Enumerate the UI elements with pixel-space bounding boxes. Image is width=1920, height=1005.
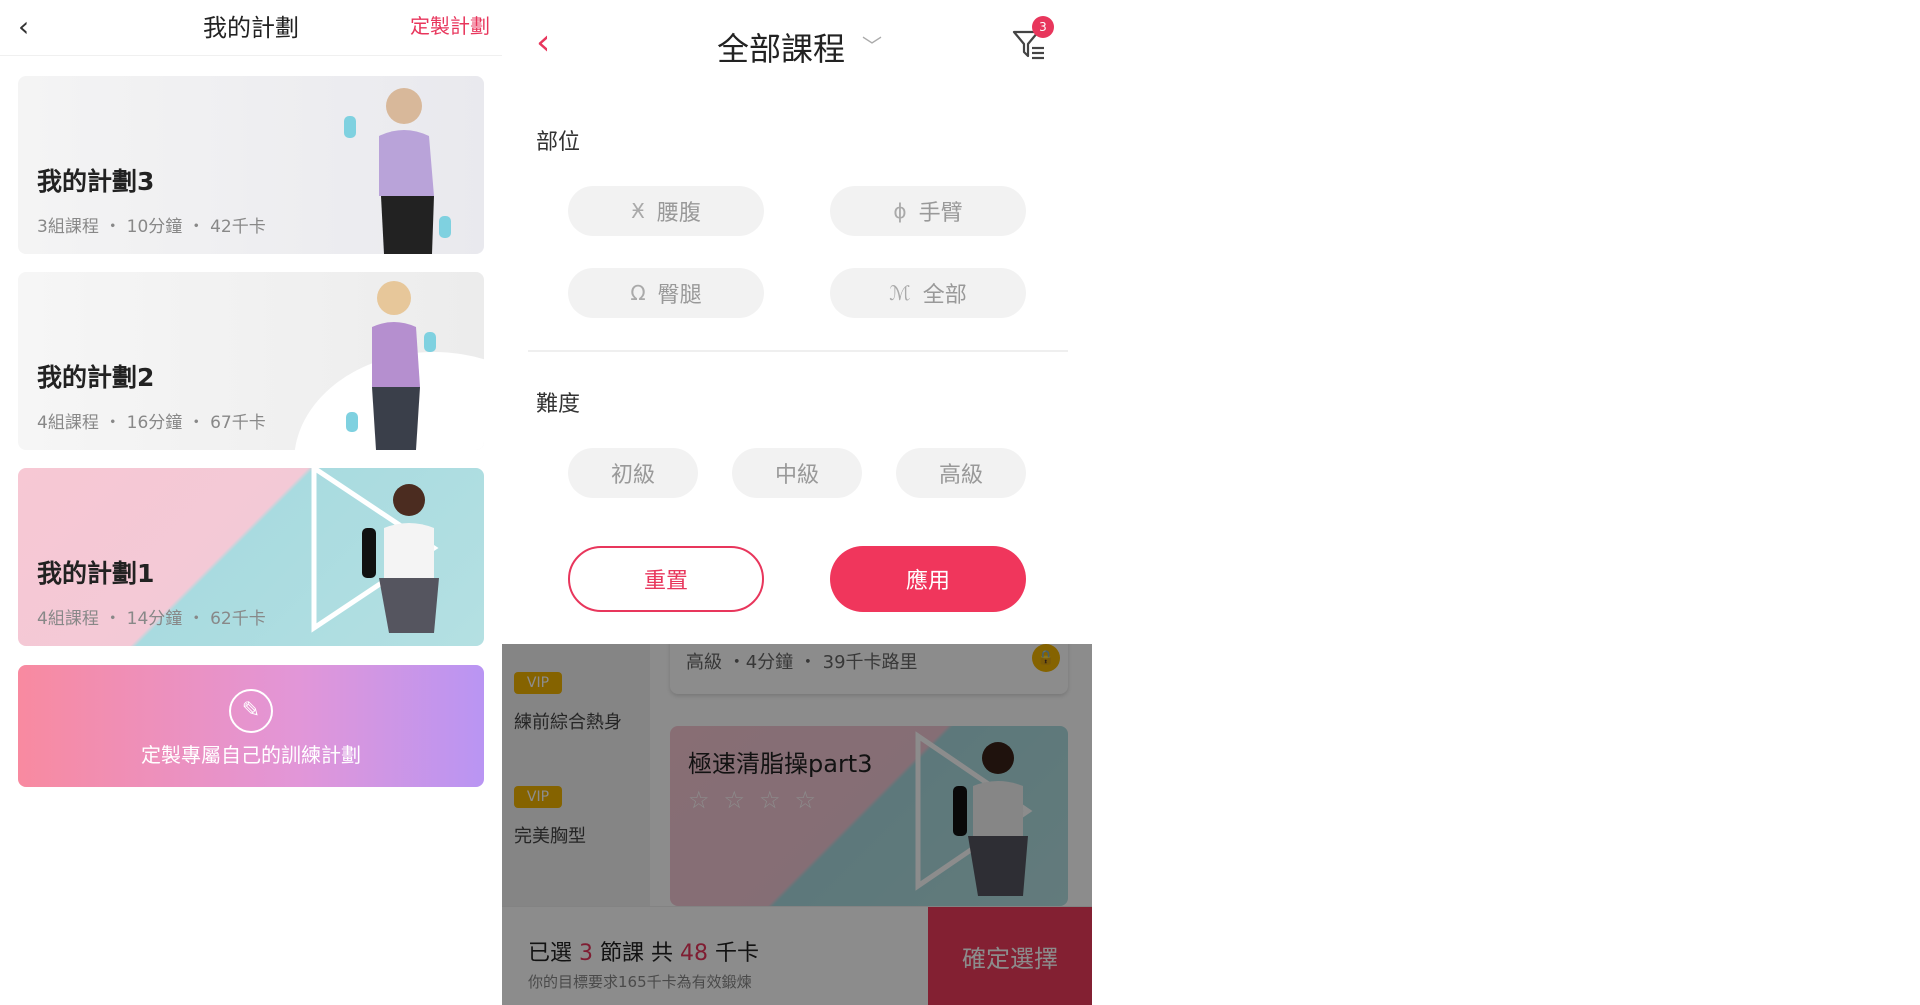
plan-meta: 4組課程 ・ 14分鐘 ・ 62千卡 bbox=[37, 609, 266, 629]
plan-photo bbox=[344, 88, 451, 254]
chip-waist[interactable]: Ӿ 腰腹 bbox=[568, 186, 764, 236]
body-part-section-title: 部位 bbox=[536, 130, 581, 155]
difficulty-section-title: 難度 bbox=[536, 392, 581, 417]
reset-button[interactable]: 重置 bbox=[568, 546, 764, 612]
create-plan-label: 定製專屬自己的訓練計劃 bbox=[141, 743, 361, 767]
chip-intermediate[interactable]: 中級 bbox=[732, 448, 862, 498]
filter-count-badge: 3 bbox=[1032, 16, 1054, 38]
custom-plan-link[interactable]: 定製計劃 bbox=[410, 10, 490, 39]
back-icon[interactable]: ‹ bbox=[536, 22, 550, 63]
plan-name: 我的計劃2 bbox=[37, 363, 155, 392]
plan-photo bbox=[311, 468, 439, 633]
chip-all[interactable]: ℳ 全部 bbox=[830, 268, 1026, 318]
background-course-list: VIP 練前綜合熱身 VIP 完美胸型 高級 ・4分鐘 ・ 39千卡路里 🔒 極… bbox=[502, 644, 1092, 1005]
chip-hip-leg[interactable]: Ω 臀腿 bbox=[568, 268, 764, 318]
waist-icon: Ӿ bbox=[631, 199, 645, 223]
chip-arm[interactable]: ϕ 手臂 bbox=[830, 186, 1026, 236]
create-plan-button[interactable]: ✎ 定製專屬自己的訓練計劃 bbox=[18, 665, 484, 787]
arm-icon: ϕ bbox=[893, 199, 907, 223]
plan-meta: 4組課程 ・ 16分鐘 ・ 67千卡 bbox=[37, 413, 266, 433]
plan-card[interactable]: 我的計劃3 3組課程 ・ 10分鐘 ・ 42千卡 bbox=[18, 76, 484, 254]
plan-photo bbox=[294, 281, 484, 450]
apply-button[interactable]: 應用 bbox=[830, 546, 1026, 612]
all-courses-filter-screen: ‹ 全部課程 ﹀ 3 部位 Ӿ 腰腹 ϕ 手臂 Ω 臀腿 ℳ 全部 難度 初級 中級 高… bbox=[502, 0, 1092, 1005]
plan-card[interactable]: 我的計劃2 4組課程 ・ 16分鐘 ・ 67千卡 bbox=[18, 272, 484, 450]
plan-name: 我的計劃1 bbox=[37, 559, 155, 588]
plan-card[interactable]: 我的計劃1 4組課程 ・ 14分鐘 ・ 62千卡 bbox=[18, 468, 484, 646]
plan-meta: 3組課程 ・ 10分鐘 ・ 42千卡 bbox=[37, 217, 266, 237]
hip-icon: Ω bbox=[630, 281, 646, 305]
modal-overlay[interactable] bbox=[502, 644, 1092, 1005]
chip-beginner[interactable]: 初級 bbox=[568, 448, 698, 498]
chevron-down-icon[interactable]: ﹀ bbox=[862, 30, 882, 59]
page-title[interactable]: 全部課程 bbox=[717, 24, 845, 70]
plan-name: 我的計劃3 bbox=[37, 167, 155, 196]
body-icon: ℳ bbox=[889, 281, 911, 305]
header: ‹ 我的計劃 定製計劃 bbox=[0, 0, 502, 56]
my-plans-screen: ‹ 我的計劃 定製計劃 我的計劃3 3組課程 ・ 10分鐘 ・ 42千卡 我的計… bbox=[0, 0, 502, 1000]
pencil-icon: ✎ bbox=[229, 689, 273, 733]
divider bbox=[528, 350, 1068, 352]
chip-advanced[interactable]: 高級 bbox=[896, 448, 1026, 498]
